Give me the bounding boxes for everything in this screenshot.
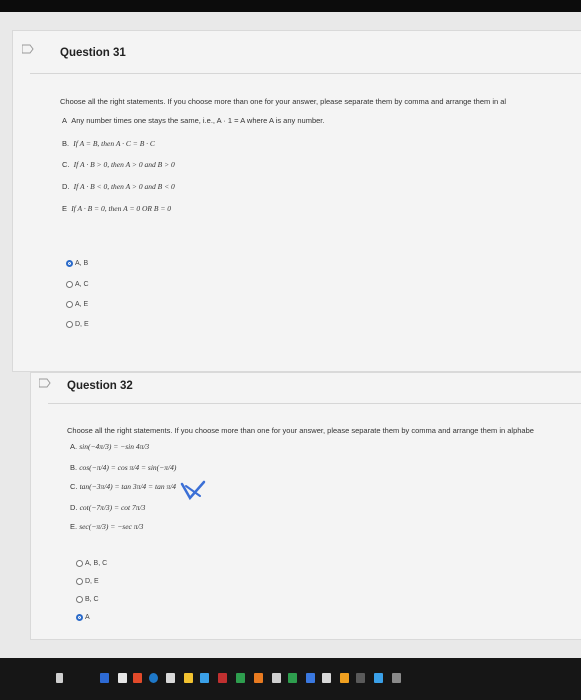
q31-option-e: E If A · B = 0, then A = 0 OR B = 0: [62, 204, 172, 213]
q32-choice-de[interactable]: D, E: [76, 578, 99, 585]
radio-icon: [76, 560, 83, 567]
os-taskbar: [0, 658, 581, 700]
taskbar-app-icon[interactable]: [356, 673, 365, 683]
question-32-prompt: Choose all the right statements. If you …: [67, 426, 534, 435]
q32-choice-bc[interactable]: B, C: [76, 596, 99, 603]
question-31-title: Question 31: [60, 47, 126, 59]
taskbar-app-icon[interactable]: [236, 673, 245, 683]
taskbar-app-icon[interactable]: [133, 673, 142, 683]
taskbar-app-icon[interactable]: [374, 673, 383, 683]
taskbar-app-icon[interactable]: [322, 673, 331, 683]
q32-choice-abc[interactable]: A, B, C: [76, 560, 107, 567]
radio-icon: [76, 596, 83, 603]
q31-choice-ae[interactable]: A, E: [66, 301, 88, 308]
taskbar-app-icon[interactable]: [272, 673, 281, 683]
radio-selected-icon: [76, 614, 83, 621]
q32-option-b: B. cos(−π/4) = cos π/4 = sin(−π/4): [70, 463, 177, 472]
taskbar-app-icon[interactable]: [340, 673, 349, 683]
question-31-prompt: Choose all the right statements. If you …: [60, 97, 507, 106]
taskbar-app-icon[interactable]: [184, 673, 193, 683]
taskbar-app-icon[interactable]: [306, 673, 315, 683]
pen-annotation-icon: [180, 480, 206, 501]
question-31-card: [12, 30, 581, 372]
q32-option-e: E. sec(−π/3) = −sec π/3: [70, 522, 144, 531]
question-31-divider: [30, 73, 581, 74]
q31-option-d: D. If A · B < 0, then A > 0 and B < 0: [62, 182, 175, 191]
radio-icon: [66, 301, 73, 308]
radio-selected-icon: [66, 260, 73, 267]
q31-option-c: C. If A · B > 0, then A > 0 and B > 0: [62, 160, 175, 169]
radio-icon: [66, 281, 73, 288]
taskbar-app-icon[interactable]: [392, 673, 401, 683]
flag-icon[interactable]: [22, 44, 34, 54]
q31-choice-ab[interactable]: A, B: [66, 260, 88, 267]
taskbar-app-icon[interactable]: [100, 673, 109, 683]
radio-icon: [66, 321, 73, 328]
flag-icon[interactable]: [39, 378, 51, 388]
taskbar-app-icon[interactable]: [288, 673, 297, 683]
q31-choice-ac[interactable]: A, C: [66, 281, 89, 288]
q31-choice-de[interactable]: D, E: [66, 321, 89, 328]
taskbar-app-icon[interactable]: [218, 673, 227, 683]
q32-choice-a[interactable]: A: [76, 614, 90, 621]
start-icon[interactable]: [56, 673, 63, 683]
q32-option-d: D. cot(−7π/3) = cot 7π/3: [70, 503, 146, 512]
taskbar-app-icon[interactable]: [254, 673, 263, 683]
question-32-title: Question 32: [67, 380, 133, 392]
q31-option-a: A Any number times one stays the same, i…: [62, 116, 325, 125]
taskbar-app-icon[interactable]: [200, 673, 209, 683]
taskbar-app-icon[interactable]: [118, 673, 127, 683]
radio-icon: [76, 578, 83, 585]
question-32-divider: [48, 403, 581, 404]
q31-option-b: B. If A = B, then A · C = B · C: [62, 139, 155, 148]
q32-option-c: C. tan(−3π/4) = tan 3π/4 = tan π/4: [70, 482, 177, 491]
q32-option-a: A. sin(−4π/3) = −sin 4π/3: [70, 442, 150, 451]
taskbar-app-icon[interactable]: [149, 673, 158, 683]
taskbar-app-icon[interactable]: [166, 673, 175, 683]
top-black-bar: [0, 0, 581, 12]
